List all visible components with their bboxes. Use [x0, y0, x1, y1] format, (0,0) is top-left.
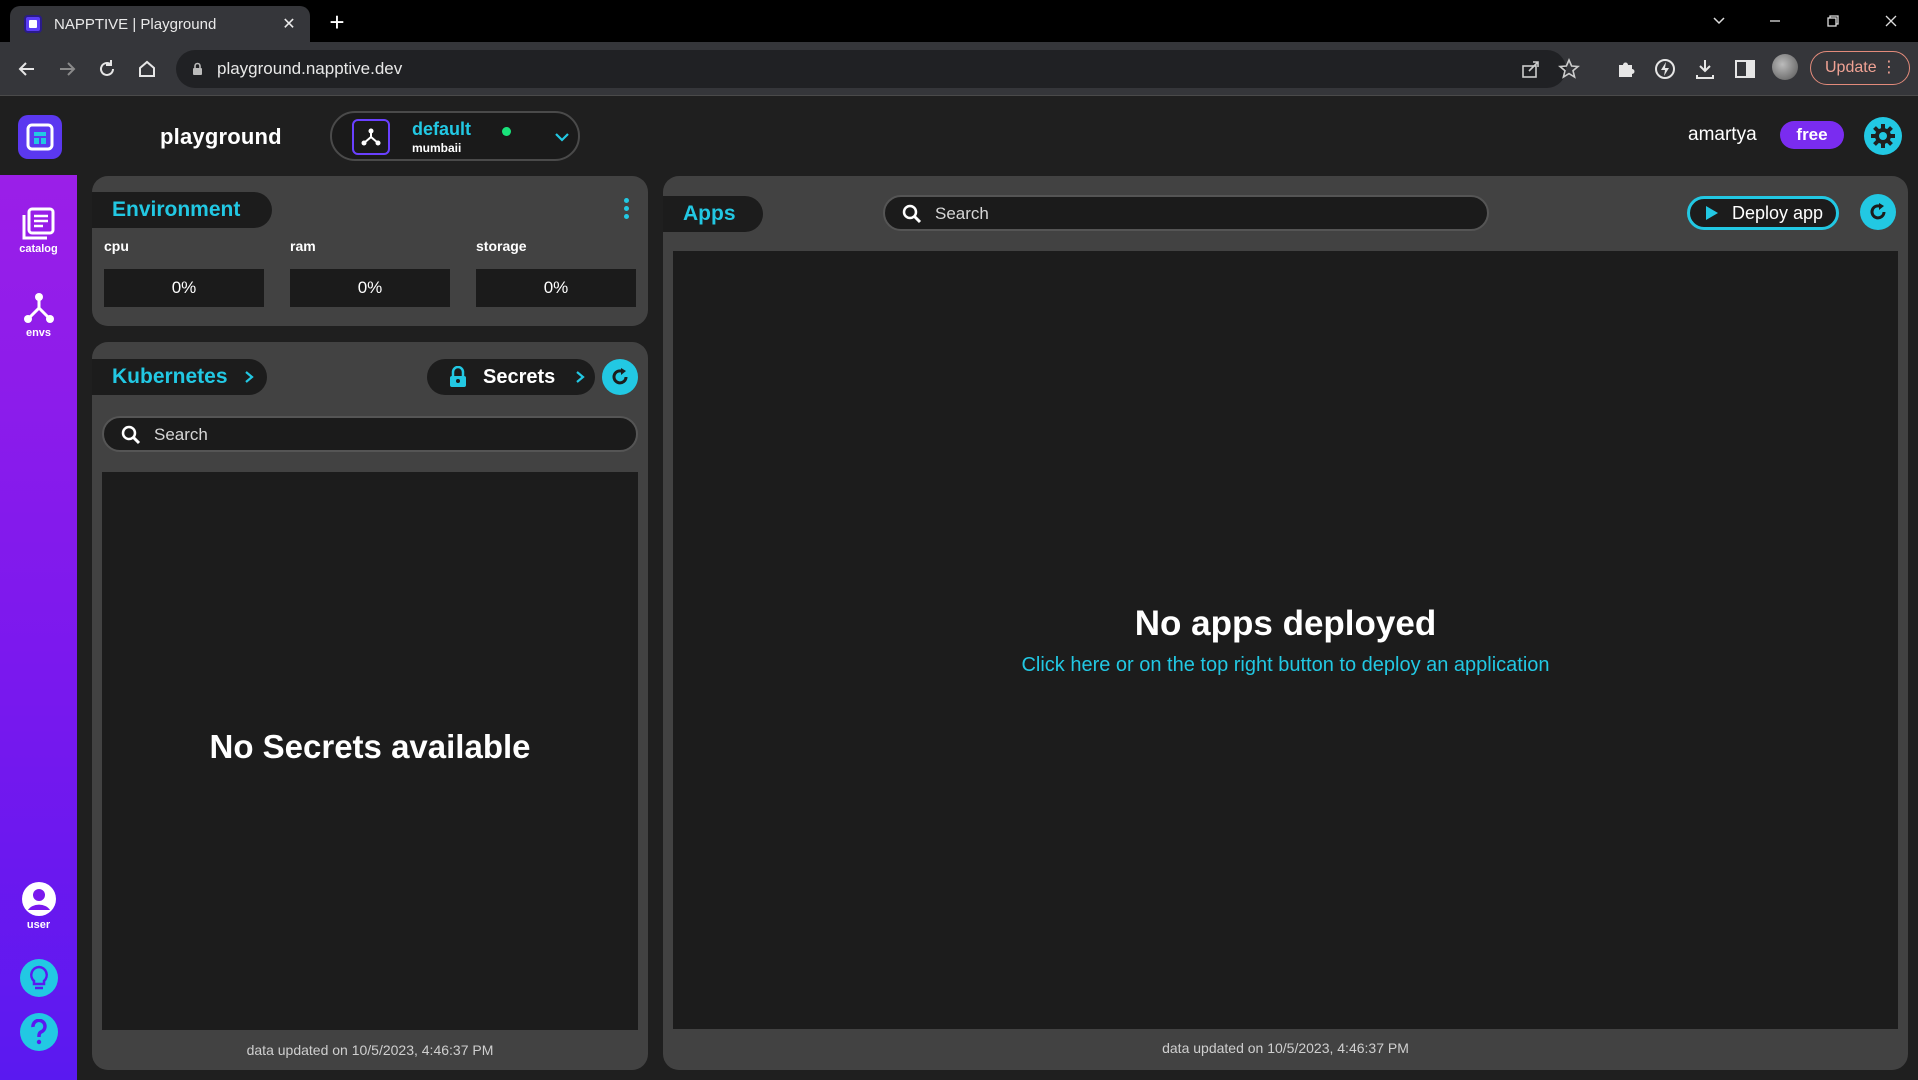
tab-title: NAPPTIVE | Playground — [54, 15, 217, 33]
refresh-secrets-button[interactable] — [602, 359, 638, 395]
kubernetes-tab[interactable]: Kubernetes — [92, 359, 267, 395]
refresh-apps-button[interactable] — [1860, 194, 1896, 230]
deploy-app-button[interactable]: Deploy app — [1687, 196, 1839, 230]
play-icon — [1706, 206, 1718, 220]
environment-icon — [352, 119, 390, 155]
home-button[interactable] — [134, 56, 160, 82]
napptive-logo[interactable] — [18, 115, 62, 159]
environment-title: Environment — [92, 192, 272, 228]
environment-region: mumbaii — [412, 141, 462, 155]
app-header: playground default mumbaii amartya free — [0, 97, 1918, 175]
search-icon — [902, 204, 922, 224]
envs-icon — [23, 293, 54, 323]
refresh-icon — [1870, 203, 1886, 220]
settings-button[interactable] — [1864, 117, 1902, 155]
brand-title: playground — [160, 124, 282, 149]
browser-tab[interactable]: NAPPTIVE | Playground ✕ — [10, 6, 310, 42]
environment-panel: Environment cpu 0% ram 0% storage 0% — [92, 176, 648, 326]
chevron-right-icon — [576, 371, 585, 383]
apps-panel: Apps Deploy app No apps deployed Click h… — [663, 176, 1908, 1070]
download-icon[interactable] — [1692, 56, 1718, 82]
environment-status-dot — [502, 127, 511, 136]
secrets-selector[interactable]: Secrets — [427, 359, 595, 395]
back-button[interactable] — [14, 56, 40, 82]
update-label: Update — [1825, 59, 1877, 76]
address-bar[interactable]: playground.napptive.dev — [176, 50, 1580, 88]
rail-label-user: user — [26, 919, 51, 931]
refresh-icon — [612, 368, 628, 385]
browser-tab-bar: NAPPTIVE | Playground ✕ + — [0, 0, 1918, 42]
plan-badge: free — [1780, 121, 1844, 149]
padlock-icon — [450, 366, 466, 387]
chevron-down-icon[interactable] — [554, 129, 570, 145]
environment-name: default — [412, 119, 472, 139]
tab-search-chevron-icon[interactable] — [1696, 6, 1742, 36]
app-logo-icon — [26, 123, 54, 151]
reload-button[interactable] — [94, 56, 120, 82]
profile-avatar[interactable] — [1772, 54, 1798, 80]
metric-label-cpu: cpu — [104, 238, 129, 254]
no-apps-title: No apps deployed — [1134, 604, 1437, 643]
apps-list-area: No apps deployed Click here or on the to… — [673, 251, 1898, 1029]
deploy-app-label: Deploy app — [1732, 203, 1824, 223]
tips-button[interactable] — [20, 959, 58, 997]
apps-search[interactable] — [883, 195, 1489, 231]
update-button[interactable]: Update ⋮ — [1810, 51, 1910, 85]
rail-item-catalog[interactable]: catalog — [0, 207, 77, 255]
no-secrets-message: No Secrets available — [209, 728, 531, 765]
restore-button[interactable] — [1810, 6, 1856, 36]
gear-icon — [1871, 124, 1895, 148]
bookmark-star-icon[interactable] — [1558, 58, 1580, 80]
secrets-search[interactable] — [102, 416, 638, 452]
lightbulb-icon — [30, 965, 48, 990]
close-tab-icon[interactable]: ✕ — [280, 14, 298, 34]
browser-menu-icon[interactable]: ⋮ — [1881, 52, 1897, 84]
rail-label-catalog: catalog — [19, 243, 58, 255]
secrets-label: Secrets — [483, 366, 556, 388]
napptive-favicon-icon — [24, 15, 42, 33]
question-mark-icon — [31, 1019, 47, 1045]
lock-icon — [193, 62, 202, 75]
username: amartya — [1688, 124, 1757, 145]
close-window-button[interactable] — [1868, 6, 1914, 36]
forward-button[interactable] — [54, 56, 80, 82]
secrets-search-input[interactable] — [154, 424, 580, 446]
side-panel-icon[interactable] — [1732, 56, 1758, 82]
deploy-application-link[interactable]: Click here or on the top right button to… — [673, 654, 1898, 677]
url-text: playground.napptive.dev — [217, 59, 403, 78]
help-button[interactable] — [20, 1013, 58, 1051]
rail-item-user[interactable]: user — [0, 881, 77, 931]
apps-title: Apps — [663, 196, 763, 232]
minimize-button[interactable] — [1752, 6, 1798, 36]
new-tab-button[interactable]: + — [323, 8, 351, 36]
browser-toolbar: playground.napptive.dev — [0, 42, 1918, 96]
catalog-icon — [22, 207, 54, 240]
left-navigation-rail: catalog envs user — [0, 175, 77, 1080]
metric-value-ram: 0% — [290, 269, 450, 307]
kubernetes-panel: Kubernetes Secrets No Secrets available … — [92, 342, 648, 1070]
user-icon — [21, 882, 56, 916]
apps-search-input[interactable] — [935, 203, 1417, 225]
metric-value-cpu: 0% — [104, 269, 264, 307]
extensions-icon[interactable] — [1614, 56, 1640, 82]
secrets-list-area: No Secrets available — [102, 472, 638, 1030]
share-icon[interactable] — [1520, 58, 1542, 80]
extension-bolt-icon[interactable] — [1652, 56, 1678, 82]
metric-label-ram: ram — [290, 238, 316, 254]
metric-value-storage: 0% — [476, 269, 636, 307]
kebab-menu-icon[interactable] — [624, 198, 630, 222]
chevron-right-icon — [245, 371, 254, 383]
rail-label-envs: envs — [25, 327, 52, 339]
kubernetes-title: Kubernetes — [112, 365, 228, 388]
secrets-updated-text: data updated on 10/5/2023, 4:46:37 PM — [246, 1042, 494, 1058]
environment-selector[interactable]: default mumbaii — [330, 111, 580, 161]
search-icon — [121, 425, 141, 445]
metric-label-storage: storage — [476, 238, 527, 254]
rail-item-envs[interactable]: envs — [0, 291, 77, 339]
apps-updated-text: data updated on 10/5/2023, 4:46:37 PM — [1162, 1040, 1409, 1056]
